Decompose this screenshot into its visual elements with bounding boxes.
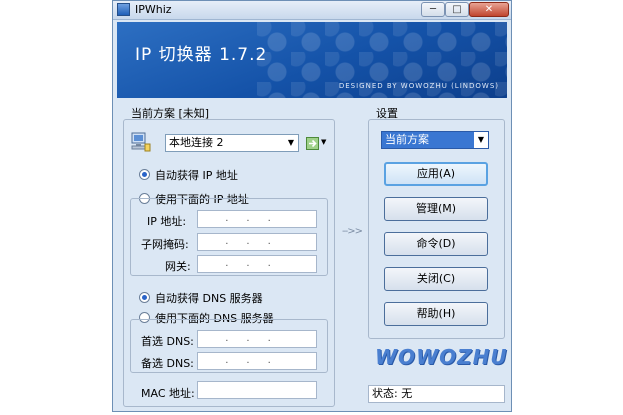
network-computer-icon — [131, 132, 151, 152]
close-button[interactable]: ✕ — [469, 2, 509, 17]
ip-address-label: IP 地址: — [147, 215, 187, 228]
scheme-value: 当前方案 — [385, 133, 429, 146]
app-icon — [117, 3, 130, 16]
chevron-down-icon: ▼ — [474, 132, 488, 148]
preferred-dns-field[interactable]: ... — [197, 330, 317, 348]
subnet-mask-field[interactable]: ... — [197, 233, 317, 251]
header-banner: IP 切换器 1.7.2 DESIGNED BY WOWOZHU (LINDOW… — [117, 22, 507, 98]
gateway-field[interactable]: ... — [197, 255, 317, 273]
title-bar[interactable]: IPWhiz ─ □ ✕ — [113, 1, 511, 20]
alternate-dns-field[interactable]: ... — [197, 352, 317, 370]
app-title: IP 切换器 1.7.2 — [135, 45, 268, 65]
gateway-label: 网关: — [165, 260, 191, 273]
help-button[interactable]: 帮助(H) — [384, 302, 488, 326]
manage-button[interactable]: 管理(M) — [384, 197, 488, 221]
status-bar: 状态: 无 — [368, 385, 505, 403]
adapter-value: 本地连接 2 — [169, 136, 224, 149]
adapter-select[interactable]: 本地连接 2 ▼ — [165, 134, 299, 152]
designer-credit: DESIGNED BY WOWOZHU (LINDOWS) — [338, 82, 499, 90]
preferred-dns-label: 首选 DNS: — [141, 335, 194, 348]
ipwhiz-window: IPWhiz ─ □ ✕ IP 切换器 1.7.2 DESIGNED BY WO… — [112, 0, 512, 412]
subnet-mask-label: 子网掩码: — [141, 238, 189, 251]
maximize-button[interactable]: □ — [445, 2, 469, 17]
apply-button[interactable]: 应用(A) — [384, 162, 488, 186]
refresh-icon[interactable] — [306, 137, 319, 150]
mac-address-field[interactable] — [197, 381, 317, 399]
window-title: IPWhiz — [135, 3, 172, 16]
arrow-separator: -->> — [342, 226, 363, 237]
scheme-select[interactable]: 当前方案 ▼ — [381, 131, 489, 149]
mac-address-label: MAC 地址: — [141, 387, 195, 400]
auto-ip-radio[interactable] — [139, 169, 150, 180]
wowozhu-logo: WOWOZHU — [375, 345, 508, 369]
minimize-button[interactable]: ─ — [421, 2, 445, 17]
auto-dns-radio[interactable] — [139, 292, 150, 303]
command-button[interactable]: 命令(D) — [384, 232, 488, 256]
dropdown-arrow-icon[interactable]: ▼ — [321, 138, 326, 146]
alternate-dns-label: 备选 DNS: — [141, 357, 194, 370]
ip-address-field[interactable]: ... — [197, 210, 317, 228]
chevron-down-icon: ▼ — [287, 138, 295, 147]
auto-dns-label: 自动获得 DNS 服务器 — [155, 292, 263, 305]
close-app-button[interactable]: 关闭(C) — [384, 267, 488, 291]
auto-ip-label: 自动获得 IP 地址 — [155, 169, 238, 182]
